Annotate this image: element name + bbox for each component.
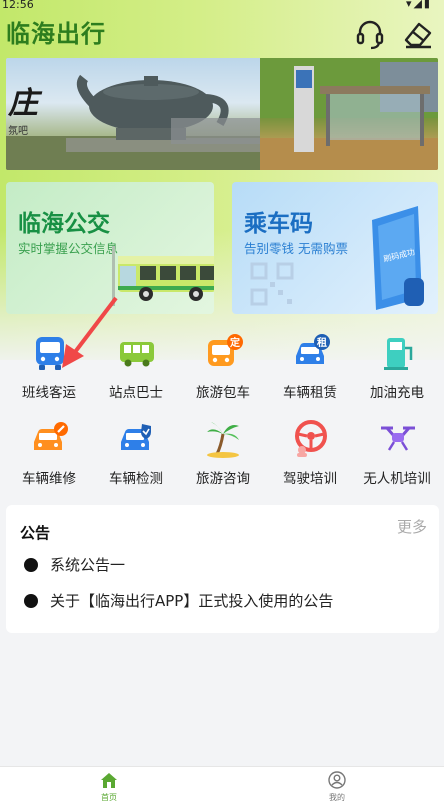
service-driving-training[interactable]: 驾驶培训 [266, 420, 354, 490]
tab-home-label: 首页 [101, 793, 117, 801]
home-icon [101, 773, 117, 788]
car-repair-icon [34, 422, 68, 450]
notice-panel: 公告 更多 系统公告一 关于【临海出行APP】正式投入使用的公告 [6, 505, 439, 633]
service-car-inspection[interactable]: 车辆检测 [92, 420, 180, 490]
annotation-arrow-icon [62, 296, 118, 368]
service-label: 旅游咨询 [196, 471, 250, 487]
notice-more-link[interactable]: 更多 [397, 516, 427, 537]
service-label: 班线客运 [22, 385, 76, 401]
headset-icon[interactable] [354, 18, 386, 50]
eraser-icon[interactable] [402, 18, 434, 50]
service-car-repair[interactable]: 车辆维修 [5, 420, 93, 490]
charter-bus-icon: 定 [208, 334, 243, 366]
service-tourism-consult[interactable]: 旅游咨询 [179, 420, 267, 490]
banner-caption: 庄 [8, 86, 38, 121]
svg-text:租: 租 [317, 336, 327, 349]
drone-icon [381, 426, 415, 451]
qr-code-icon [250, 262, 294, 306]
ride-code-card-title: 乘车码 [244, 211, 313, 237]
car-rental-icon: 租 [296, 334, 330, 364]
notice-item-text: 系统公告一 [50, 556, 126, 574]
tab-mine[interactable]: 我的 [307, 771, 367, 801]
service-drone-training[interactable]: 无人机培训 [353, 420, 441, 490]
service-charging[interactable]: 加油充电 [353, 334, 441, 404]
service-charter-bus[interactable]: 定 旅游包车 [179, 334, 267, 404]
bus-illustration-icon [112, 246, 214, 306]
service-label: 无人机培训 [363, 471, 431, 487]
service-label: 站点巴士 [109, 385, 163, 401]
banner-caption-small: 氛吧 [8, 126, 28, 137]
service-label: 驾驶培训 [283, 471, 337, 487]
tab-home[interactable]: 首页 [79, 771, 139, 801]
service-car-rental[interactable]: 租 车辆租赁 [266, 334, 354, 404]
banner-image-teapot: 庄 氛吧 [6, 58, 260, 170]
notice-item-text: 关于【临海出行APP】正式投入使用的公告 [50, 592, 334, 610]
svg-text:定: 定 [230, 336, 240, 349]
charging-station-icon [384, 338, 413, 370]
status-bar: 12:56 ▾◢▮ [0, 0, 444, 12]
status-icons: ▾◢▮ [405, 0, 432, 10]
notice-item[interactable]: 系统公告一 [24, 554, 125, 575]
app-title: 临海出行 [6, 19, 106, 48]
bullet-icon [24, 594, 38, 608]
service-label: 车辆检测 [109, 471, 163, 487]
bullet-icon [24, 558, 38, 572]
service-label: 车辆维修 [22, 471, 76, 487]
promo-banner[interactable]: 庄 氛吧 [6, 58, 438, 170]
notice-title: 公告 [20, 524, 51, 542]
notice-item[interactable]: 关于【临海出行APP】正式投入使用的公告 [24, 590, 333, 611]
car-inspection-icon [121, 424, 151, 450]
service-label: 车辆租赁 [283, 385, 337, 401]
bus-card-title: 临海公交 [18, 211, 110, 237]
ride-code-card-subtitle: 告别零钱 无需购票 [244, 241, 348, 256]
status-time: 12:56 [2, 0, 34, 11]
tab-mine-label: 我的 [329, 793, 345, 801]
palm-tree-icon [207, 422, 239, 458]
banner-image-bus-stop [260, 58, 438, 170]
user-icon [328, 771, 346, 789]
service-label: 旅游包车 [196, 385, 250, 401]
bus-card-subtitle: 实时掌握公交信息 [18, 241, 119, 256]
ride-code-card[interactable]: 乘车码 告别零钱 无需购票 刷码成功 [232, 182, 438, 314]
bottom-tab-bar: 首页 我的 [0, 766, 444, 801]
phone-scan-icon: 刷码成功 [372, 206, 424, 310]
steering-wheel-icon [295, 420, 327, 457]
service-label: 加油充电 [370, 385, 424, 401]
